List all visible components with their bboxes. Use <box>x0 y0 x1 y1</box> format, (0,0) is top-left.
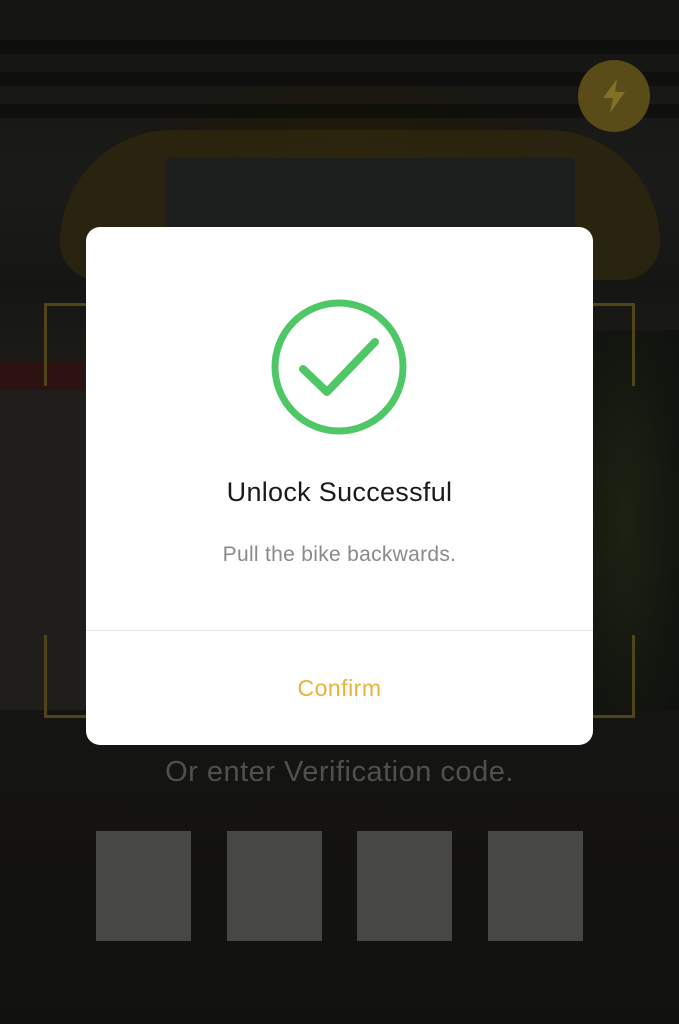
unlock-success-dialog: Unlock Successful Pull the bike backward… <box>86 227 593 745</box>
scan-screen: Or enter Verification code. Unlock Succe… <box>0 0 679 1024</box>
checkmark-circle-icon <box>271 299 407 435</box>
confirm-button[interactable]: Confirm <box>86 631 593 745</box>
dialog-title: Unlock Successful <box>226 477 453 507</box>
dialog-message: Pull the bike backwards. <box>222 543 457 566</box>
